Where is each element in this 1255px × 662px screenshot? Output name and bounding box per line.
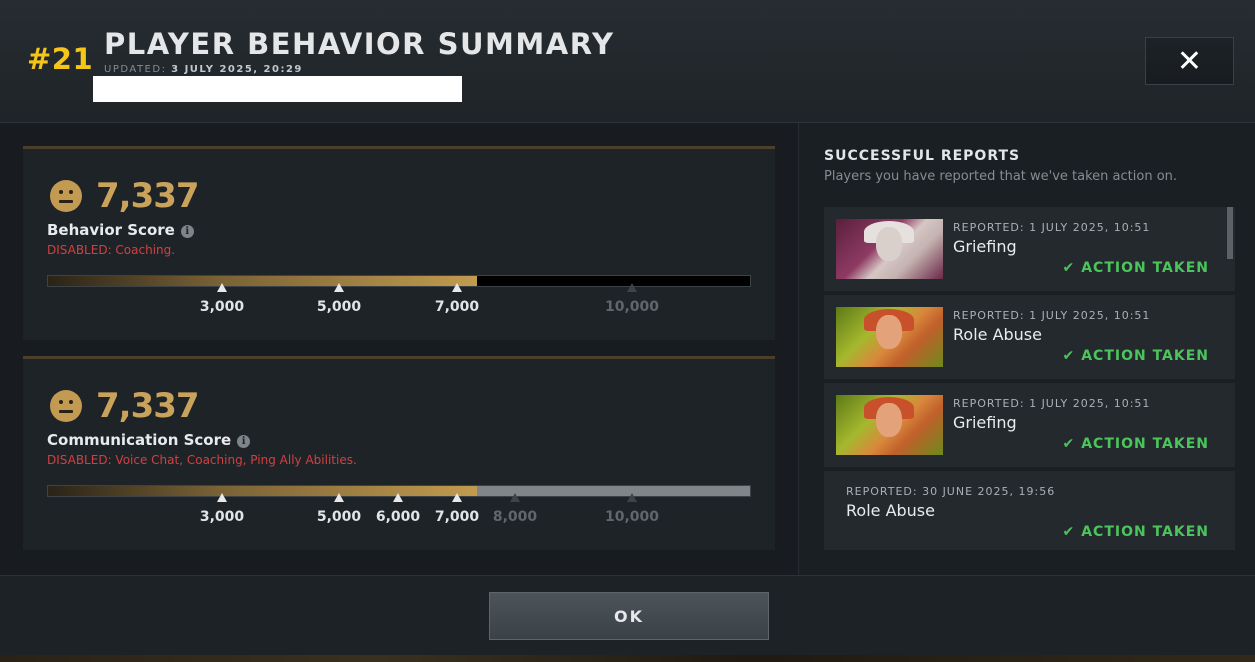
info-icon[interactable]: i	[237, 435, 251, 448]
checkmark-icon: ✔	[1062, 348, 1076, 364]
tick-label: 5,000	[316, 299, 362, 315]
tick-marker	[393, 493, 403, 502]
report-status: ✔ ACTION TAKEN	[1062, 436, 1209, 452]
tick-label: 6,000	[375, 509, 421, 525]
behavior-bar-fill	[48, 276, 477, 286]
behavior-summary-dialog: #21 PLAYER BEHAVIOR SUMMARY UPDATED: 3 J…	[0, 0, 1255, 655]
report-reason: Griefing	[953, 413, 1017, 432]
behavior-disabled-text: DISABLED: Coaching.	[47, 243, 176, 257]
behavior-score-bar	[47, 275, 751, 287]
tick-label: 5,000	[316, 509, 362, 525]
checkmark-icon: ✔	[1062, 436, 1076, 452]
behavior-score-label: Behavior Score i	[47, 221, 194, 239]
report-status-text: ACTION TAKEN	[1081, 436, 1209, 452]
neutral-face-icon	[50, 390, 82, 422]
tick-marker	[452, 493, 462, 502]
updated-value: 3 JULY 2025, 20:29	[171, 64, 303, 75]
report-reason: Role Abuse	[846, 501, 935, 520]
reports-scrollbar[interactable]	[1227, 207, 1233, 259]
report-status-text: ACTION TAKEN	[1081, 260, 1209, 276]
report-reason: Role Abuse	[953, 325, 1042, 344]
tick-label: 10,000	[604, 509, 660, 525]
rank-number: #21	[27, 42, 94, 76]
hero-portrait	[836, 219, 943, 279]
close-button[interactable]: ✕	[1145, 37, 1234, 85]
report-status-text: ACTION TAKEN	[1081, 524, 1209, 540]
tick-marker	[627, 493, 637, 502]
communication-bar-fill	[48, 486, 477, 496]
report-status: ✔ ACTION TAKEN	[1062, 260, 1209, 276]
close-icon: ✕	[1176, 43, 1203, 79]
tick-marker	[452, 283, 462, 292]
tick-label: 3,000	[199, 509, 245, 525]
report-date: REPORTED: 30 JUNE 2025, 19:56	[846, 485, 1056, 498]
behavior-score-value: 7,337	[96, 176, 200, 216]
neutral-face-icon	[50, 180, 82, 212]
report-item[interactable]: REPORTED: 1 JULY 2025, 10:51 Griefing ✔ A…	[824, 207, 1235, 291]
communication-disabled-text: DISABLED: Voice Chat, Coaching, Ping All…	[47, 453, 357, 467]
tick-marker	[217, 283, 227, 292]
hero-portrait	[836, 307, 943, 367]
background-edge	[0, 654, 1255, 662]
tick-label: 10,000	[604, 299, 660, 315]
tick-marker	[627, 283, 637, 292]
tick-label: 7,000	[434, 509, 480, 525]
tick-marker	[510, 493, 520, 502]
report-item[interactable]: REPORTED: 30 JUNE 2025, 19:56 Role Abuse…	[824, 471, 1235, 550]
tick-marker	[217, 493, 227, 502]
report-status: ✔ ACTION TAKEN	[1062, 524, 1209, 540]
report-status-text: ACTION TAKEN	[1081, 348, 1209, 364]
updated-timestamp: UPDATED: 3 JULY 2025, 20:29	[104, 64, 303, 75]
report-date: REPORTED: 1 JULY 2025, 10:51	[953, 309, 1151, 322]
report-item[interactable]: REPORTED: 1 JULY 2025, 10:51 Role Abuse …	[824, 295, 1235, 379]
reports-title: SUCCESSFUL REPORTS	[824, 148, 1021, 164]
communication-score-panel: 7,337 Communication Score i DISABLED: Voi…	[23, 356, 775, 550]
reports-subtitle: Players you have reported that we've tak…	[824, 169, 1178, 184]
tick-marker	[334, 493, 344, 502]
tick-label: 8,000	[492, 509, 538, 525]
communication-score-value: 7,337	[96, 386, 200, 426]
report-reason: Griefing	[953, 237, 1017, 256]
tick-marker	[334, 283, 344, 292]
report-date: REPORTED: 1 JULY 2025, 10:51	[953, 397, 1151, 410]
hero-portrait	[836, 395, 943, 455]
tick-label: 3,000	[199, 299, 245, 315]
behavior-score-label-text: Behavior Score	[47, 221, 175, 239]
tick-label: 7,000	[434, 299, 480, 315]
communication-score-label: Communication Score i	[47, 431, 251, 449]
info-icon[interactable]: i	[180, 225, 194, 238]
report-date: REPORTED: 1 JULY 2025, 10:51	[953, 221, 1151, 234]
redaction-box	[93, 76, 462, 102]
behavior-score-panel: 7,337 Behavior Score i DISABLED: Coaching…	[23, 146, 775, 340]
report-item[interactable]: REPORTED: 1 JULY 2025, 10:51 Griefing ✔ A…	[824, 383, 1235, 467]
checkmark-icon: ✔	[1062, 260, 1076, 276]
checkmark-icon: ✔	[1062, 524, 1076, 540]
dialog-header: #21 PLAYER BEHAVIOR SUMMARY UPDATED: 3 J…	[0, 0, 1255, 123]
report-status: ✔ ACTION TAKEN	[1062, 348, 1209, 364]
communication-score-label-text: Communication Score	[47, 431, 232, 449]
ok-button[interactable]: OK	[489, 592, 769, 640]
updated-label: UPDATED:	[104, 64, 167, 75]
page-title: PLAYER BEHAVIOR SUMMARY	[104, 27, 615, 61]
